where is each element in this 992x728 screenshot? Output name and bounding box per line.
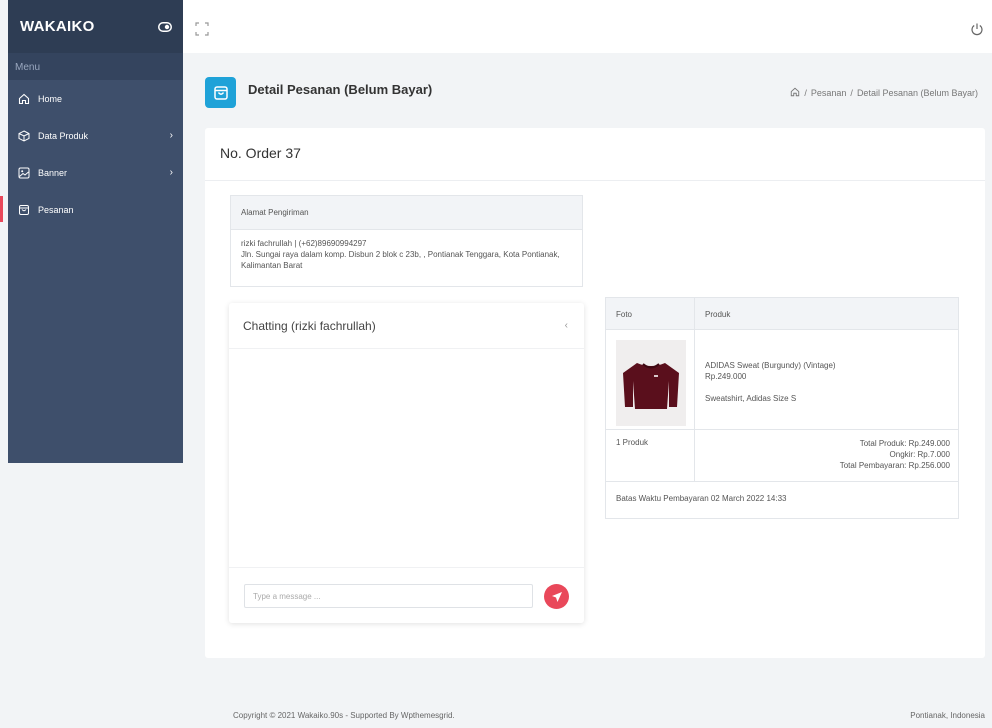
address-recipient: rizki fachrullah | (+62)89690994297 [241, 239, 367, 248]
page-header: Detail Pesanan (Belum Bayar) / Pesanan /… [205, 74, 985, 114]
sidebar-item-pesanan[interactable]: Pesanan [0, 191, 183, 228]
home-icon[interactable] [790, 87, 800, 99]
order-card: No. Order 37 Alamat Pengiriman rizki fac… [205, 128, 985, 658]
ongkir: Ongkir: Rp.7.000 [889, 450, 950, 459]
box-icon [17, 129, 31, 143]
breadcrumb-item-current: Detail Pesanan (Belum Bayar) [856, 88, 978, 98]
home-icon [17, 92, 31, 106]
total-pembayaran: Total Pembayaran: Rp.256.000 [839, 461, 950, 470]
product-photo-cell [606, 330, 695, 429]
sidebar: WAKAIKO Menu Home Data Produk › Banner ›… [0, 0, 183, 463]
chat-message-input[interactable] [244, 584, 533, 608]
shopping-bag-icon [17, 203, 31, 217]
shopping-bag-icon [205, 77, 236, 108]
product-info-cell: ADIDAS Sweat (Burgundy) (Vintage) Rp.249… [695, 330, 958, 429]
chat-panel: Chatting (rizki fachrullah) ‹ [229, 303, 584, 623]
table-row: ADIDAS Sweat (Burgundy) (Vintage) Rp.249… [606, 330, 958, 430]
column-header-photo: Foto [606, 298, 695, 329]
column-header-product: Produk [705, 310, 731, 319]
product-table: Foto Produk ADIDAS Sweat (Burgundy) (Vin… [605, 297, 959, 519]
payment-deadline: Batas Waktu Pembayaran 02 March 2022 14:… [616, 494, 787, 503]
send-icon [551, 591, 562, 602]
product-name: ADIDAS Sweat (Burgundy) (Vintage) [705, 361, 836, 370]
footer-copyright: Copyright © 2021 Wakaiko.90s - Supported… [233, 711, 455, 720]
page-title: Detail Pesanan (Belum Bayar) [248, 82, 433, 97]
power-icon[interactable] [970, 22, 984, 36]
sidebar-item-label: Data Produk [38, 130, 89, 141]
chevron-right-icon: › [169, 167, 173, 178]
sidebar-item-banner[interactable]: Banner › [8, 154, 183, 191]
chat-title: Chatting (rizki fachrullah) [243, 319, 376, 333]
image-icon [17, 166, 31, 180]
breadcrumb-separator: / [850, 88, 853, 98]
topbar [183, 0, 992, 53]
order-number: No. Order 37 [220, 145, 301, 161]
address-header: Alamat Pengiriman [231, 196, 582, 230]
send-button[interactable] [544, 584, 569, 609]
sidebar-toggle-icon[interactable] [157, 19, 173, 35]
sidebar-item-label: Banner [38, 167, 68, 178]
divider [229, 567, 584, 568]
sidebar-item-label: Pesanan [38, 204, 74, 215]
address-line: Jln. Sungai raya dalam komp. Disbun 2 bl… [241, 250, 560, 270]
sidebar-item-data-produk[interactable]: Data Produk › [8, 117, 183, 154]
product-count: 1 Produk [606, 430, 695, 481]
brand-bar: WAKAIKO [8, 0, 183, 53]
breadcrumb: / Pesanan / Detail Pesanan (Belum Bayar) [790, 87, 978, 99]
sidebar-item-home[interactable]: Home [8, 80, 183, 117]
table-row-totals: 1 Produk Total Produk: Rp.249.000 Ongkir… [606, 430, 958, 482]
product-image[interactable] [616, 340, 686, 426]
brand-logo[interactable]: WAKAIKO [20, 18, 157, 35]
breadcrumb-separator: / [804, 88, 807, 98]
address-body: rizki fachrullah | (+62)89690994297 Jln.… [231, 230, 582, 279]
address-box: Alamat Pengiriman rizki fachrullah | (+6… [230, 195, 583, 287]
divider [205, 180, 985, 181]
footer-location: Pontianak, Indonesia [910, 711, 985, 720]
chevron-right-icon: › [169, 130, 173, 141]
total-produk: Total Produk: Rp.249.000 [859, 439, 950, 448]
product-price: Rp.249.000 [705, 372, 747, 381]
product-description: Sweatshirt, Adidas Size S [705, 394, 797, 403]
totals-cell: Total Produk: Rp.249.000 Ongkir: Rp.7.00… [695, 430, 958, 481]
breadcrumb-item-pesanan[interactable]: Pesanan [811, 88, 847, 98]
sidebar-item-label: Home [38, 93, 63, 104]
divider [229, 348, 584, 349]
table-header-row: Foto Produk [606, 298, 958, 330]
fullscreen-icon[interactable] [195, 22, 209, 36]
chevron-left-icon[interactable]: ‹ [565, 320, 568, 331]
menu-header: Menu [8, 53, 183, 80]
